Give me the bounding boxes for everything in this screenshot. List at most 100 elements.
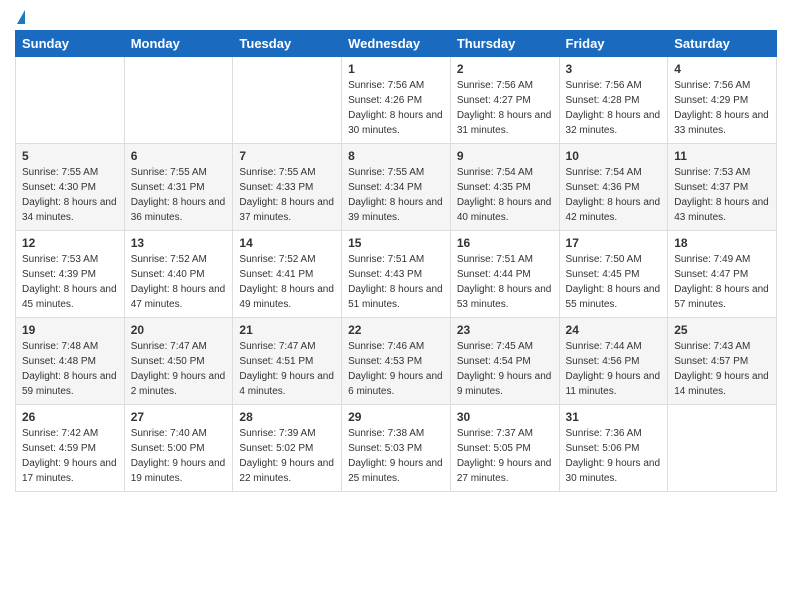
day-info: Sunrise: 7:42 AMSunset: 4:59 PMDaylight:… <box>22 426 118 486</box>
calendar-cell: 9 Sunrise: 7:54 AMSunset: 4:35 PMDaylight… <box>450 144 559 231</box>
day-number: 10 <box>566 149 662 163</box>
day-number: 1 <box>348 62 444 76</box>
day-number: 14 <box>239 236 335 250</box>
calendar-week-3: 12 Sunrise: 7:53 AMSunset: 4:39 PMDayligh… <box>16 231 777 318</box>
calendar-cell: 17Sunrise: 7:50 AMSunset: 4:45 PMDayligh… <box>559 231 668 318</box>
day-number: 7 <box>239 149 335 163</box>
calendar-cell: 25 Sunrise: 7:43 AMSunset: 4:57 PMDayligh… <box>668 318 777 405</box>
calendar-cell: 31 Sunrise: 7:36 AMSunset: 5:06 PMDayligh… <box>559 405 668 492</box>
calendar-cell: 16 Sunrise: 7:51 AMSunset: 4:44 PMDayligh… <box>450 231 559 318</box>
day-info: Sunrise: 7:40 AMSunset: 5:00 PMDaylight:… <box>131 426 227 486</box>
day-info: Sunrise: 7:36 AMSunset: 5:06 PMDaylight:… <box>566 426 662 486</box>
calendar-cell: 4 Sunrise: 7:56 AMSunset: 4:29 PMDaylight… <box>668 57 777 144</box>
day-info: Sunrise: 7:39 AMSunset: 5:02 PMDaylight:… <box>239 426 335 486</box>
calendar-cell: 18 Sunrise: 7:49 AMSunset: 4:47 PMDayligh… <box>668 231 777 318</box>
day-info: Sunrise: 7:46 AMSunset: 4:53 PMDaylight:… <box>348 339 444 399</box>
day-info: Sunrise: 7:55 AMSunset: 4:31 PMDaylight:… <box>131 165 227 225</box>
logo <box>15 10 25 24</box>
calendar-cell: 2 Sunrise: 7:56 AMSunset: 4:27 PMDaylight… <box>450 57 559 144</box>
day-number: 19 <box>22 323 118 337</box>
day-info: Sunrise: 7:51 AMSunset: 4:43 PMDaylight:… <box>348 252 444 312</box>
day-number: 28 <box>239 410 335 424</box>
calendar-cell: 19 Sunrise: 7:48 AMSunset: 4:48 PMDayligh… <box>16 318 125 405</box>
calendar-cell: 1Sunrise: 7:56 AMSunset: 4:26 PMDaylight… <box>342 57 451 144</box>
calendar-week-5: 26 Sunrise: 7:42 AMSunset: 4:59 PMDayligh… <box>16 405 777 492</box>
calendar-cell: 5 Sunrise: 7:55 AMSunset: 4:30 PMDaylight… <box>16 144 125 231</box>
calendar-cell: 15Sunrise: 7:51 AMSunset: 4:43 PMDayligh… <box>342 231 451 318</box>
day-info: Sunrise: 7:52 AMSunset: 4:40 PMDaylight:… <box>131 252 227 312</box>
day-number: 21 <box>239 323 335 337</box>
day-number: 25 <box>674 323 770 337</box>
header-tuesday: Tuesday <box>233 31 342 57</box>
day-info: Sunrise: 7:45 AMSunset: 4:54 PMDaylight:… <box>457 339 553 399</box>
calendar-table: SundayMondayTuesdayWednesdayThursdayFrid… <box>15 30 777 492</box>
calendar-cell: 11 Sunrise: 7:53 AMSunset: 4:37 PMDayligh… <box>668 144 777 231</box>
calendar-cell <box>668 405 777 492</box>
day-number: 29 <box>348 410 444 424</box>
day-number: 23 <box>457 323 553 337</box>
day-info: Sunrise: 7:52 AMSunset: 4:41 PMDaylight:… <box>239 252 335 312</box>
calendar-cell: 12 Sunrise: 7:53 AMSunset: 4:39 PMDayligh… <box>16 231 125 318</box>
header-wednesday: Wednesday <box>342 31 451 57</box>
day-number: 31 <box>566 410 662 424</box>
day-number: 16 <box>457 236 553 250</box>
day-number: 12 <box>22 236 118 250</box>
calendar-cell: 26 Sunrise: 7:42 AMSunset: 4:59 PMDayligh… <box>16 405 125 492</box>
calendar-cell: 24Sunrise: 7:44 AMSunset: 4:56 PMDayligh… <box>559 318 668 405</box>
day-number: 20 <box>131 323 227 337</box>
calendar-cell: 22 Sunrise: 7:46 AMSunset: 4:53 PMDayligh… <box>342 318 451 405</box>
calendar-cell: 13 Sunrise: 7:52 AMSunset: 4:40 PMDayligh… <box>124 231 233 318</box>
day-info: Sunrise: 7:48 AMSunset: 4:48 PMDaylight:… <box>22 339 118 399</box>
day-info: Sunrise: 7:54 AMSunset: 4:36 PMDaylight:… <box>566 165 662 225</box>
calendar-cell: 27 Sunrise: 7:40 AMSunset: 5:00 PMDayligh… <box>124 405 233 492</box>
day-number: 9 <box>457 149 553 163</box>
day-info: Sunrise: 7:51 AMSunset: 4:44 PMDaylight:… <box>457 252 553 312</box>
calendar-week-2: 5 Sunrise: 7:55 AMSunset: 4:30 PMDaylight… <box>16 144 777 231</box>
day-number: 3 <box>566 62 662 76</box>
day-number: 4 <box>674 62 770 76</box>
header-saturday: Saturday <box>668 31 777 57</box>
day-number: 13 <box>131 236 227 250</box>
calendar-cell: 29 Sunrise: 7:38 AMSunset: 5:03 PMDayligh… <box>342 405 451 492</box>
header-monday: Monday <box>124 31 233 57</box>
day-number: 2 <box>457 62 553 76</box>
day-number: 18 <box>674 236 770 250</box>
day-info: Sunrise: 7:37 AMSunset: 5:05 PMDaylight:… <box>457 426 553 486</box>
day-info: Sunrise: 7:55 AMSunset: 4:33 PMDaylight:… <box>239 165 335 225</box>
calendar-cell <box>124 57 233 144</box>
day-info: Sunrise: 7:43 AMSunset: 4:57 PMDaylight:… <box>674 339 770 399</box>
day-info: Sunrise: 7:56 AMSunset: 4:27 PMDaylight:… <box>457 78 553 138</box>
calendar-cell: 28 Sunrise: 7:39 AMSunset: 5:02 PMDayligh… <box>233 405 342 492</box>
day-number: 30 <box>457 410 553 424</box>
calendar-cell: 23 Sunrise: 7:45 AMSunset: 4:54 PMDayligh… <box>450 318 559 405</box>
day-number: 26 <box>22 410 118 424</box>
day-info: Sunrise: 7:56 AMSunset: 4:29 PMDaylight:… <box>674 78 770 138</box>
day-number: 5 <box>22 149 118 163</box>
day-info: Sunrise: 7:50 AMSunset: 4:45 PMDaylight:… <box>566 252 662 312</box>
header-thursday: Thursday <box>450 31 559 57</box>
day-number: 27 <box>131 410 227 424</box>
day-info: Sunrise: 7:47 AMSunset: 4:50 PMDaylight:… <box>131 339 227 399</box>
day-number: 6 <box>131 149 227 163</box>
day-number: 24 <box>566 323 662 337</box>
day-info: Sunrise: 7:38 AMSunset: 5:03 PMDaylight:… <box>348 426 444 486</box>
header-sunday: Sunday <box>16 31 125 57</box>
calendar-cell: 6 Sunrise: 7:55 AMSunset: 4:31 PMDaylight… <box>124 144 233 231</box>
day-info: Sunrise: 7:55 AMSunset: 4:34 PMDaylight:… <box>348 165 444 225</box>
calendar-week-1: 1Sunrise: 7:56 AMSunset: 4:26 PMDaylight… <box>16 57 777 144</box>
calendar-week-4: 19 Sunrise: 7:48 AMSunset: 4:48 PMDayligh… <box>16 318 777 405</box>
day-info: Sunrise: 7:56 AMSunset: 4:28 PMDaylight:… <box>566 78 662 138</box>
calendar-cell: 20 Sunrise: 7:47 AMSunset: 4:50 PMDayligh… <box>124 318 233 405</box>
day-number: 11 <box>674 149 770 163</box>
day-info: Sunrise: 7:54 AMSunset: 4:35 PMDaylight:… <box>457 165 553 225</box>
calendar-header-row: SundayMondayTuesdayWednesdayThursdayFrid… <box>16 31 777 57</box>
day-info: Sunrise: 7:55 AMSunset: 4:30 PMDaylight:… <box>22 165 118 225</box>
day-info: Sunrise: 7:53 AMSunset: 4:37 PMDaylight:… <box>674 165 770 225</box>
page-header <box>15 10 777 24</box>
calendar-cell: 7 Sunrise: 7:55 AMSunset: 4:33 PMDaylight… <box>233 144 342 231</box>
day-info: Sunrise: 7:47 AMSunset: 4:51 PMDaylight:… <box>239 339 335 399</box>
calendar-cell: 8Sunrise: 7:55 AMSunset: 4:34 PMDaylight… <box>342 144 451 231</box>
day-number: 22 <box>348 323 444 337</box>
day-info: Sunrise: 7:53 AMSunset: 4:39 PMDaylight:… <box>22 252 118 312</box>
day-info: Sunrise: 7:49 AMSunset: 4:47 PMDaylight:… <box>674 252 770 312</box>
